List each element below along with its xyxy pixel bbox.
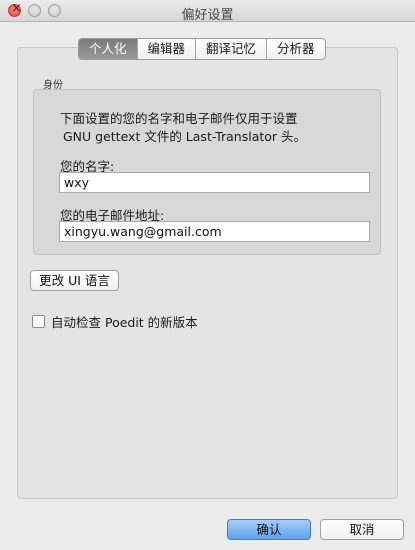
window-title: 偏好设置 (181, 8, 234, 23)
change-ui-language-button[interactable]: 更改 UI 语言 (30, 270, 119, 291)
tab-analyzer[interactable]: 分析器 (267, 39, 325, 59)
auto-check-updates-row[interactable]: 自动检查 Poedit 的新版本 (32, 312, 198, 331)
email-field[interactable] (59, 221, 370, 242)
identity-description-line-1: 下面设置的您的名字和电子邮件仅用于设置 (60, 111, 298, 126)
ok-button[interactable]: 确认 (227, 519, 311, 540)
preferences-tab-bar: 个人化 编辑器 翻译记忆 分析器 (78, 38, 326, 60)
cancel-button[interactable]: 取消 (320, 519, 404, 540)
tab-personalize[interactable]: 个人化 (79, 39, 138, 59)
tab-translation-memory[interactable]: 翻译记忆 (196, 39, 268, 59)
identity-description: 下面设置的您的名字和电子邮件仅用于设置 GNU gettext 文件的 Last… (60, 110, 360, 146)
auto-check-updates-checkbox[interactable] (32, 315, 45, 328)
identity-description-line-2: GNU gettext 文件的 Last-Translator 头。 (63, 129, 307, 144)
name-field[interactable] (59, 172, 370, 193)
preferences-window: 偏好设置 个人化 编辑器 翻译记忆 分析器 身份 下面设置的您的名字和电子邮件仅… (0, 0, 415, 550)
auto-check-updates-label: 自动检查 Poedit 的新版本 (51, 315, 198, 330)
tab-editor[interactable]: 编辑器 (138, 39, 197, 59)
title-bar[interactable]: 偏好设置 (0, 0, 415, 23)
